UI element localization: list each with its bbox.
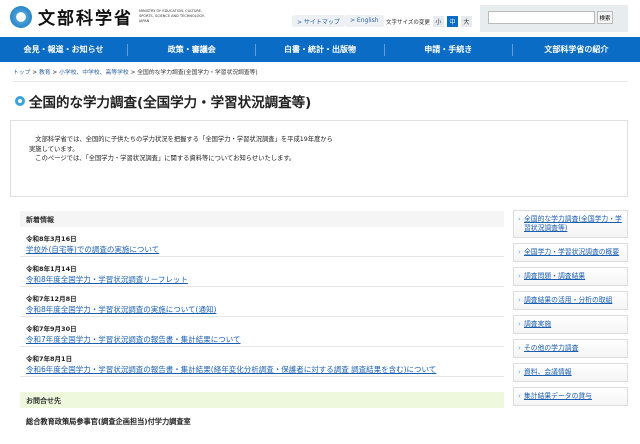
contact-heading: お問合せ先: [20, 392, 504, 408]
nav-about[interactable]: 文部科学省の紹介: [513, 44, 640, 56]
news-section: 新着情報 令和8年3月16日 学校外(自宅等)での調査の実施について 令和8年1月…: [20, 211, 504, 377]
contact-department: 総合教育政策局参事官(調査企画担当)付学力調査室: [26, 417, 191, 426]
breadcrumb: トップ > 教育 > 小学校、中学校、高等学校 > 全国的な学力調査(全国学力・…: [13, 67, 628, 82]
font-medium-button[interactable]: 中: [446, 16, 458, 27]
intro-text: このページでは、「全国学力・学習状況調査」に関する資料等についてお知らせいたしま…: [35, 155, 296, 162]
sidebar-item-other-surveys[interactable]: その他の学力調査: [513, 339, 628, 358]
site-logo[interactable]: 文部科学省 MINISTRY OF EDUCATION, CULTURE, SP…: [10, 4, 209, 29]
sidebar-menu: 全国的な学力調査(全国学力・学習状況調査等) 全国学力・学習状況調査の概要 調査…: [513, 210, 628, 411]
news-link[interactable]: 令和7年度全国学力・学習状況調査の報告書・集計結果について: [26, 334, 498, 345]
sidebar-item-materials[interactable]: 資料、会議情報: [513, 363, 628, 382]
sidebar-item-implementation[interactable]: 調査実施: [513, 315, 628, 334]
news-link[interactable]: 令和8年度全国学力・学習状況調査の実施について(通知): [26, 304, 498, 315]
page-title-text: 全国的な学力調査(全国学力・学習状況調査等): [29, 95, 312, 111]
global-nav: 会見・報道・お知らせ 政策・審議会 白書・統計・出版物 申請・手続き 文部科学省…: [0, 37, 640, 62]
news-date: 令和8年1月14日: [26, 265, 77, 273]
logo-english-text: MINISTRY OF EDUCATION, CULTURE, SPORTS, …: [139, 9, 205, 23]
breadcrumb-schools[interactable]: 小学校、中学校、高等学校: [59, 70, 129, 76]
breadcrumb-education[interactable]: 教育: [39, 70, 51, 76]
intro-text: 実施しています。: [29, 145, 79, 153]
nav-procedures[interactable]: 申請・手続き: [385, 43, 513, 56]
intro-text: 文部科学省では、全国的に子供たちの学力状況を把握する「全国学力・学習状況調査」を…: [35, 136, 333, 143]
sitemap-link[interactable]: > サイトマップ: [292, 15, 345, 27]
nav-press[interactable]: 会見・報道・お知らせ: [0, 43, 129, 56]
nav-policy[interactable]: 政策・審議会: [128, 43, 257, 56]
breadcrumb-current: 全国的な学力調査(全国学力・学習状況調査等): [137, 70, 258, 76]
news-link[interactable]: 令和6年度全国学力・学習状況調査の報告書・集計結果(経年変化分析調査・保護者に対…: [26, 364, 498, 375]
news-date: 令和8年3月16日: [26, 235, 77, 243]
search-input[interactable]: [488, 11, 595, 24]
breadcrumb-top[interactable]: トップ: [13, 70, 30, 76]
sidebar-item-data-lending[interactable]: 集計結果データの貸与: [513, 387, 628, 406]
font-large-button[interactable]: 大: [460, 16, 472, 27]
intro-box: 文部科学省では、全国的に子供たちの学力状況を把握する「全国学力・学習状況調査」を…: [10, 120, 628, 197]
news-link[interactable]: 令和8年度全国学力・学習状況調査リーフレット: [26, 274, 498, 285]
font-small-button[interactable]: 小: [432, 16, 444, 27]
sidebar-item-overview-top[interactable]: 全国的な学力調査(全国学力・学習状況調査等): [513, 210, 628, 238]
news-link[interactable]: 学校外(自宅等)での調査の実施について: [26, 244, 498, 255]
news-item: 令和7年12月8日 令和8年度全国学力・学習状況調査の実施について(通知): [20, 287, 504, 317]
title-bullet-icon: [15, 96, 25, 106]
logo-icon: [10, 5, 32, 28]
news-item: 令和8年1月14日 令和8年度全国学力・学習状況調査リーフレット: [20, 257, 504, 287]
news-date: 令和7年8月1日: [26, 355, 73, 363]
news-item: 令和8年3月16日 学校外(自宅等)での調査の実施について: [20, 227, 504, 257]
nav-publications[interactable]: 白書・統計・出版物: [256, 43, 385, 56]
breadcrumb-sep: >: [30, 70, 39, 76]
sidebar-item-questions-results[interactable]: 調査問題・調査結果: [513, 267, 628, 286]
sidebar-item-utilization[interactable]: 調査結果の活用・分析の取組: [513, 291, 628, 310]
font-size-label: 文字サイズの変更: [386, 19, 430, 26]
breadcrumb-sep: >: [50, 70, 60, 76]
search-area: 検索: [480, 5, 628, 32]
english-link[interactable]: > English: [345, 15, 384, 27]
search-button[interactable]: 検索: [597, 11, 613, 24]
breadcrumb-sep: >: [128, 70, 138, 76]
page-title: 全国的な学力調査(全国学力・学習状況調査等): [15, 91, 311, 111]
sidebar-item-summary[interactable]: 全国学力・学習状況調査の概要: [513, 243, 628, 262]
news-heading: 新着情報: [20, 211, 504, 227]
news-item: 令和7年8月1日 令和6年度全国学力・学習状況調査の報告書・集計結果(経年変化分析…: [20, 347, 504, 377]
logo-text: 文部科学省: [38, 9, 133, 29]
news-date: 令和7年12月8日: [26, 295, 77, 303]
news-date: 令和7年9月30日: [26, 325, 77, 333]
font-size-control: 文字サイズの変更 小 中 大: [386, 16, 472, 27]
news-item: 令和7年9月30日 令和7年度全国学力・学習状況調査の報告書・集計結果について: [20, 317, 504, 347]
